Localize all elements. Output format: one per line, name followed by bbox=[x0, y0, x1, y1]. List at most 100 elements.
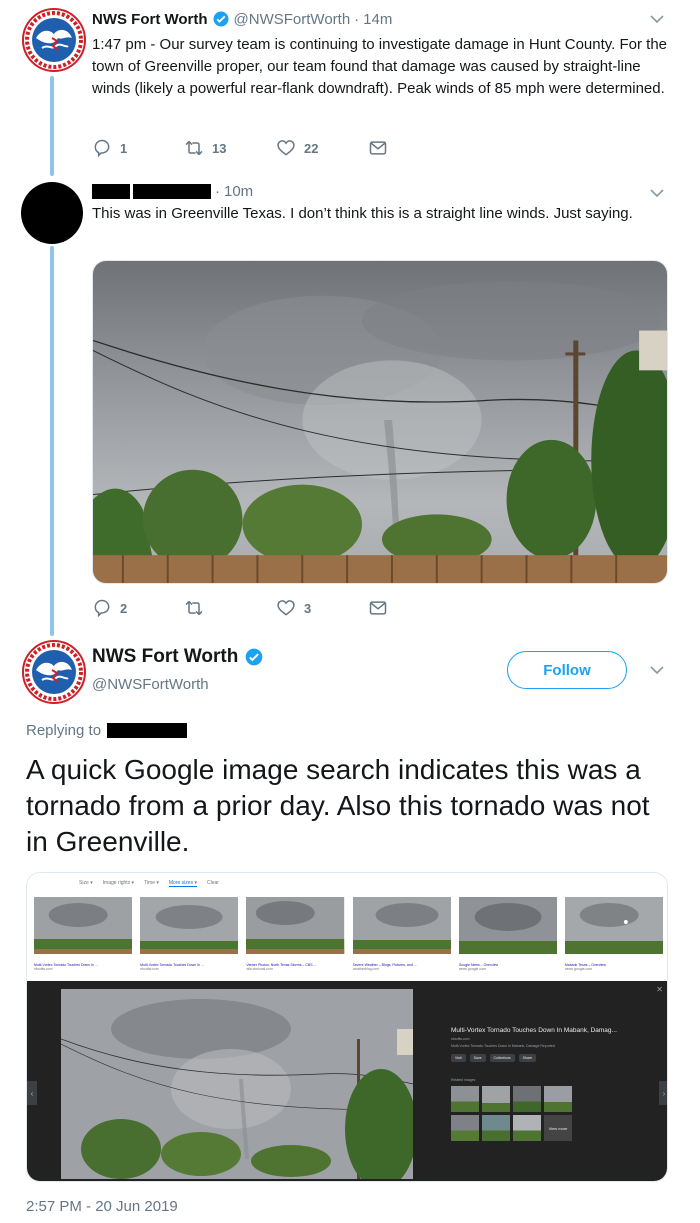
display-name[interactable]: NWS Fort Worth bbox=[92, 11, 208, 28]
search-thumbnail: Mabank Texas – Overview news.google.com bbox=[564, 897, 664, 971]
reply-icon bbox=[94, 599, 110, 618]
search-screenshot-image[interactable]: Size ▾ Image rights ▾ Time ▾ More sizes … bbox=[26, 872, 668, 1182]
thumb-source: news.google.com bbox=[564, 967, 593, 971]
tweet-time[interactable]: 10m bbox=[224, 183, 253, 200]
share-button: Share bbox=[518, 1054, 537, 1062]
verified-badge-icon bbox=[213, 11, 229, 27]
heart-icon bbox=[277, 600, 295, 616]
replying-to-label: Replying to bbox=[26, 722, 102, 739]
tornado-thumb bbox=[564, 897, 664, 954]
reply-button[interactable]: 1 bbox=[92, 138, 184, 158]
tweet-reply-user[interactable]: · 10m This was in Greenville Texas. I do… bbox=[0, 176, 700, 636]
thumb-source: news.google.com bbox=[458, 967, 486, 971]
preview-large-image bbox=[61, 989, 413, 1179]
chevron-down-icon[interactable] bbox=[650, 188, 664, 198]
tweet-nws-survey[interactable]: NWS Fort Worth @NWSFortWorth · 14m 1:47 … bbox=[0, 0, 700, 170]
user-handle[interactable]: @NWSFortWorth bbox=[234, 11, 351, 28]
related-thumb bbox=[482, 1115, 510, 1141]
related-thumb bbox=[513, 1115, 541, 1141]
main-tweet-handle-row: @NWSFortWorth bbox=[92, 676, 209, 693]
tornado-thumb bbox=[34, 897, 133, 954]
reply-icon bbox=[94, 139, 110, 158]
tool-size: Size ▾ bbox=[79, 880, 93, 886]
envelope-icon bbox=[369, 141, 387, 155]
tweet-actions: 2 3 bbox=[92, 598, 460, 618]
preview-title: Multi-Vortex Tornado Touches Down In Mab… bbox=[451, 1027, 617, 1034]
tweet-actions: 1 13 22 bbox=[92, 138, 460, 158]
display-name[interactable]: NWS Fort Worth bbox=[92, 646, 238, 668]
tweet-header: NWS Fort Worth @NWSFortWorth · 14m bbox=[92, 10, 392, 28]
search-thumbnail: Multi-Vortex Tornado Touches Down In ...… bbox=[34, 897, 133, 971]
tweet-text: 1:47 pm - Our survey team is continuing … bbox=[92, 36, 668, 97]
tweet-text: This was in Greenville Texas. I don’t th… bbox=[92, 205, 633, 222]
reply-count: 2 bbox=[120, 600, 128, 616]
dm-button[interactable] bbox=[368, 598, 460, 618]
chevron-down-icon[interactable] bbox=[650, 665, 664, 675]
like-count: 3 bbox=[304, 600, 312, 616]
prev-arrow-icon: ‹ bbox=[27, 1081, 37, 1105]
nws-logo-icon[interactable] bbox=[22, 640, 86, 704]
tweet-time[interactable]: 14m bbox=[363, 11, 392, 28]
retweet-icon bbox=[185, 140, 203, 156]
related-thumb bbox=[482, 1086, 510, 1112]
tornado-thumb bbox=[458, 897, 557, 954]
search-tools-bar: Size ▾ Image rights ▾ Time ▾ More sizes … bbox=[79, 880, 219, 887]
retweet-icon bbox=[185, 600, 203, 616]
thumb-source: nbcdfw.com bbox=[34, 967, 53, 971]
reply-button[interactable]: 2 bbox=[92, 598, 184, 618]
related-thumb bbox=[513, 1086, 541, 1112]
user-handle[interactable]: @NWSFortWorth bbox=[92, 676, 209, 693]
nws-logo-icon[interactable] bbox=[22, 8, 86, 72]
verified-badge-icon bbox=[246, 648, 263, 666]
tornado-thumb bbox=[246, 897, 345, 954]
search-thumbnail: Google News – Overview news.google.com bbox=[458, 897, 557, 971]
tornado-thumb bbox=[140, 897, 239, 954]
tweet-timestamp[interactable]: 2:57 PM - 20 Jun 2019 bbox=[26, 1198, 178, 1215]
like-button[interactable]: 3 bbox=[276, 598, 368, 618]
thumb-source: nbcdfw.com bbox=[140, 967, 159, 971]
search-thumbnail: Severe Weather – Blogs, Pictures, and ..… bbox=[352, 897, 451, 971]
search-thumbnail-row: Multi-Vortex Tornado Touches Down In ...… bbox=[34, 897, 664, 971]
related-thumb bbox=[451, 1086, 479, 1112]
preview-buttons: Visit Save Collections Share bbox=[451, 1054, 661, 1062]
avatar[interactable] bbox=[21, 182, 83, 244]
redacted-name bbox=[133, 184, 211, 199]
chevron-down-icon[interactable] bbox=[650, 14, 664, 24]
redacted-handle[interactable] bbox=[107, 723, 188, 738]
next-arrow-icon: › bbox=[659, 1081, 667, 1105]
related-thumb bbox=[544, 1086, 572, 1112]
search-thumbnail: Multi-Vortex Tornado Touches Down In ...… bbox=[140, 897, 239, 971]
retweet-count: 13 bbox=[212, 140, 227, 156]
collections-button: Collections bbox=[489, 1054, 515, 1062]
preview-details: Multi-Vortex Tornado Touches Down In Mab… bbox=[451, 1027, 661, 1141]
visit-button: Visit bbox=[451, 1054, 466, 1062]
save-button: Save bbox=[469, 1054, 486, 1062]
heart-icon bbox=[277, 140, 295, 156]
related-images-label: Related images bbox=[451, 1078, 476, 1082]
retweet-button[interactable] bbox=[184, 598, 276, 618]
search-thumbnail: Viewer Photos: North Texas Storms – CBS … bbox=[246, 897, 345, 971]
thumb-source: weatherblog.com bbox=[352, 967, 380, 971]
separator-dot: · bbox=[354, 10, 360, 28]
redacted-name bbox=[92, 184, 130, 199]
related-thumb bbox=[451, 1115, 479, 1141]
tornado-thumb bbox=[352, 897, 451, 954]
separator-dot: · bbox=[215, 183, 220, 200]
image-preview-panel: ‹ Multi-Vortex Tornado Touches Down In M… bbox=[27, 981, 667, 1181]
preview-source: nbcdfw.com bbox=[451, 1037, 470, 1041]
main-tweet-header: NWS Fort Worth bbox=[92, 646, 268, 668]
replying-to: Replying to bbox=[26, 722, 188, 739]
preview-subtitle: Multi-Vortex Tornado Touches Down In Mab… bbox=[451, 1044, 555, 1048]
related-images-grid: View more bbox=[451, 1086, 661, 1141]
follow-button[interactable]: Follow bbox=[507, 651, 627, 689]
like-button[interactable]: 22 bbox=[276, 138, 368, 158]
tool-rights: Image rights ▾ bbox=[102, 880, 135, 886]
envelope-icon bbox=[369, 601, 387, 615]
like-count: 22 bbox=[304, 140, 319, 156]
reply-count: 1 bbox=[120, 140, 128, 156]
thumb-source: dfw.cbslocal.com bbox=[246, 967, 273, 971]
main-tweet-text: A quick Google image search indicates th… bbox=[26, 754, 650, 857]
tornado-photo[interactable] bbox=[92, 260, 668, 584]
dm-button[interactable] bbox=[368, 138, 460, 158]
retweet-button[interactable]: 13 bbox=[184, 138, 276, 158]
